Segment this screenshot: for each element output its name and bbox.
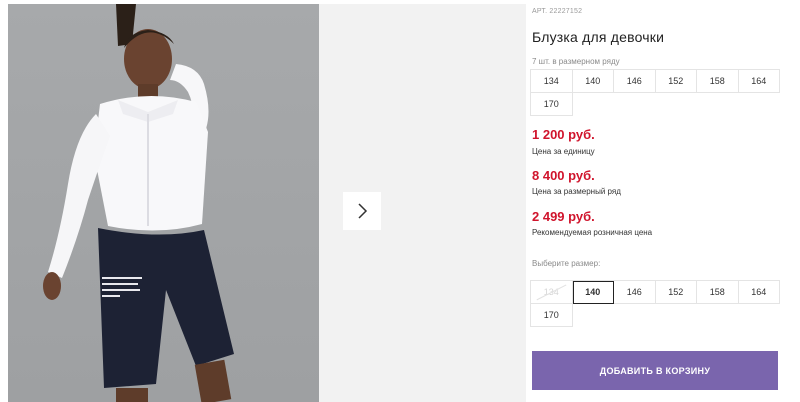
row-size-cell: 146: [614, 70, 656, 93]
unit-price: 1 200 руб.: [532, 127, 595, 142]
row-size-cell: 140: [572, 70, 614, 93]
size-option-152[interactable]: 152: [655, 281, 697, 304]
row-size-cell: 170: [531, 93, 573, 116]
size-option-140[interactable]: 140: [572, 281, 614, 304]
product-gallery: [0, 0, 526, 402]
product-title: Блузка для девочки: [532, 29, 665, 45]
chevron-right-icon: [358, 203, 368, 219]
row-price: 8 400 руб.: [532, 168, 595, 183]
row-size-cell: 158: [697, 70, 739, 93]
size-picker: 134 140 146 152 158 164 170: [530, 280, 780, 327]
size-option-170[interactable]: 170: [531, 304, 573, 327]
retail-price-label: Рекомендуемая розничная цена: [532, 228, 653, 237]
row-size-cell: 152: [655, 70, 697, 93]
size-option-134: 134: [531, 281, 573, 304]
row-price-label: Цена за размерный ряд: [532, 187, 621, 196]
add-to-cart-button[interactable]: ДОБАВИТЬ В КОРЗИНУ: [532, 351, 778, 390]
product-photo-illustration: [43, 4, 234, 402]
unit-price-label: Цена за единицу: [532, 147, 595, 156]
retail-price: 2 499 руб.: [532, 209, 595, 224]
product-photo[interactable]: [8, 4, 319, 402]
size-row-table: 134 140 146 152 158 164 170: [530, 69, 780, 116]
size-option-164[interactable]: 164: [738, 281, 780, 304]
size-option-158[interactable]: 158: [697, 281, 739, 304]
article-number: АРТ. 22227152: [532, 8, 583, 15]
row-size-cell: 134: [531, 70, 573, 93]
size-row-note: 7 шт. в размерном ряду: [532, 57, 620, 66]
next-image-button[interactable]: [343, 192, 381, 230]
choose-size-label: Выберите размер:: [532, 259, 601, 268]
size-option-146[interactable]: 146: [614, 281, 656, 304]
row-size-cell: 164: [738, 70, 780, 93]
